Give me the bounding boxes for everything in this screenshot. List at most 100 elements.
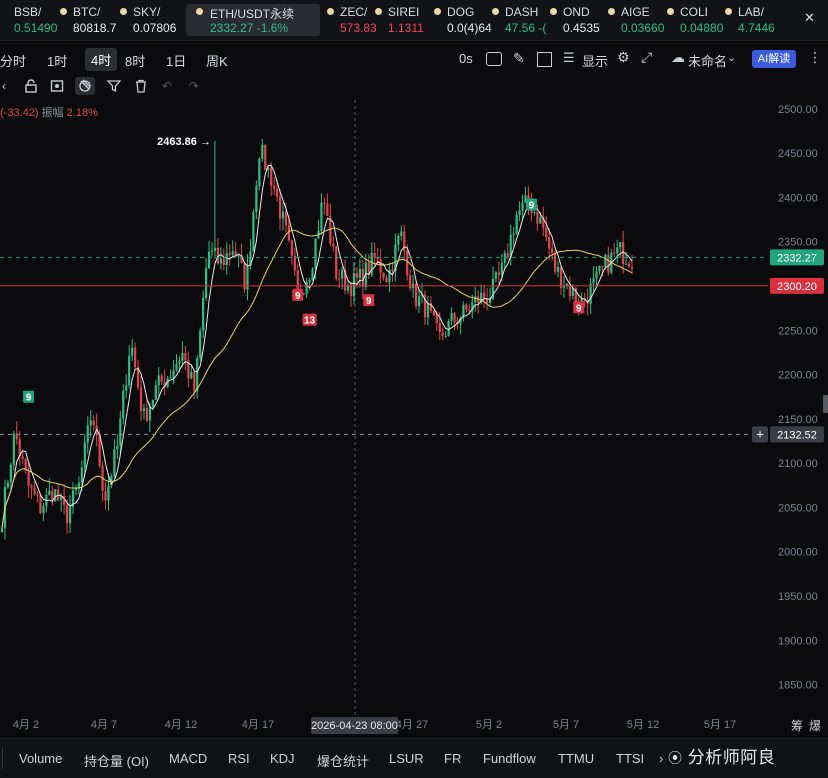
candle-body <box>485 298 489 304</box>
ticker-price: 80818.7 <box>73 21 117 35</box>
timeframe-option[interactable]: 分时 <box>0 51 26 70</box>
timeframe-option[interactable]: 4时 <box>85 48 118 71</box>
candle-body <box>435 314 438 324</box>
ai-analysis-button[interactable]: AI解读 <box>752 50 796 68</box>
candle-body <box>483 292 486 299</box>
indicator-tab[interactable]: 持仓量 (OI) <box>84 751 149 770</box>
pen-icon[interactable]: ✎ <box>513 50 525 67</box>
candle-body <box>494 272 498 279</box>
ticker-name: DASH <box>505 5 539 19</box>
candle-body <box>181 353 184 361</box>
candle-body <box>604 254 607 267</box>
settings-icon[interactable]: ⚙ <box>617 49 630 66</box>
divider <box>2 747 3 769</box>
grid-icon[interactable] <box>537 52 552 67</box>
ticker-name: ZEC/ <box>340 5 368 19</box>
indicator-tab[interactable]: FR <box>444 751 461 766</box>
ticker-item[interactable]: SKY/0.07806 <box>120 4 183 36</box>
plus-icon: + <box>756 426 764 441</box>
td-marker: 9 <box>26 393 32 404</box>
candle-body <box>9 464 12 483</box>
candle-body <box>157 375 160 386</box>
lock-icon[interactable] <box>24 79 40 95</box>
timeframe-option[interactable]: 周K <box>206 51 228 70</box>
coin-icon <box>434 8 441 15</box>
candle-body <box>320 202 323 231</box>
y-tick-label: 2150.00 <box>778 414 818 426</box>
candle-body <box>450 313 453 321</box>
timeframe-option[interactable]: 1日 <box>166 51 186 70</box>
candle-body <box>142 408 146 411</box>
candle-body <box>506 252 509 258</box>
indicator-tab[interactable]: 爆仓统计 <box>317 751 369 770</box>
close-icon[interactable]: ✕ <box>804 10 815 26</box>
candle-body <box>6 482 10 488</box>
fullscreen-icon[interactable]: ⤢ <box>641 49 652 66</box>
candle-body <box>255 186 258 213</box>
undo-icon[interactable]: ↶ <box>162 79 178 95</box>
scroll-handle <box>823 395 828 413</box>
candle-body <box>154 385 157 400</box>
timeframe-option[interactable]: 8时 <box>125 51 145 70</box>
chevron-left-icon[interactable]: ‹ <box>2 79 18 95</box>
candle-body <box>438 323 441 333</box>
td-marker: 13 <box>304 316 316 327</box>
candle-body <box>39 494 42 514</box>
camera-icon[interactable] <box>486 52 502 66</box>
x-tick-label: 4月 27 <box>396 719 428 731</box>
ticker-name: BTC/ <box>73 5 101 19</box>
filter-icon[interactable] <box>106 79 123 95</box>
chevron-right-icon[interactable]: › <box>659 751 663 766</box>
indicator-tab[interactable]: TTMU <box>558 751 594 766</box>
ticker-name: LAB/ <box>738 5 765 19</box>
td-marker: 9 <box>366 296 372 307</box>
coin-icon <box>667 8 674 15</box>
candle-body <box>148 406 151 421</box>
y-tick-label: 2200.00 <box>778 370 818 382</box>
candle-body <box>376 258 379 260</box>
ticker-item[interactable]: ETH/USDT永续 2332.27 -1.6% <box>186 4 320 36</box>
magnet-icon[interactable] <box>75 77 95 95</box>
candle-body <box>21 456 24 459</box>
amplitude-label: 振幅 <box>41 107 64 119</box>
candle-body <box>358 268 361 278</box>
x-tick-label: 4月 2 <box>13 719 39 731</box>
ticker-name: AIGE <box>621 5 650 19</box>
cloud-icon[interactable]: ☁ <box>671 49 685 66</box>
ticker-name: ETH/USDT永续 <box>210 7 295 21</box>
indicator-tab[interactable]: KDJ <box>270 751 295 766</box>
eye-icon[interactable] <box>50 79 66 95</box>
indicator-tab[interactable]: Fundflow <box>483 751 536 766</box>
redo-icon[interactable]: ↷ <box>189 79 205 95</box>
ticker-item[interactable]: LAB/4.7446 <box>725 4 793 36</box>
candle-body <box>592 278 595 284</box>
countdown-label: 0s <box>459 51 473 66</box>
candle-body <box>382 272 385 278</box>
indicator-tab[interactable]: RSI <box>228 751 250 766</box>
candle-body <box>352 273 356 297</box>
candle-body <box>128 355 131 386</box>
candle-body <box>278 196 282 219</box>
indicator-tab[interactable]: LSUR <box>389 751 424 766</box>
more-icon[interactable]: ⋮ <box>808 49 822 66</box>
indicator-tab[interactable]: Volume <box>19 751 62 766</box>
candle-body <box>515 214 518 235</box>
display-button[interactable]: 显示 <box>582 51 608 70</box>
candle-body <box>48 490 51 495</box>
indicator-tab[interactable]: MACD <box>169 751 207 766</box>
candlestick-chart[interactable]: 2500.002450.002400.002350.002300.002250.… <box>0 100 828 738</box>
trash-icon[interactable] <box>134 79 150 95</box>
candle-body <box>426 303 430 318</box>
ticker-price: 0.07806 <box>133 21 177 35</box>
candle-body <box>204 268 208 299</box>
indicator-tab[interactable]: TTSI <box>616 751 644 766</box>
candle-body <box>630 267 634 269</box>
layout-name-button[interactable]: 未命名 <box>688 51 727 70</box>
chevron-down-icon[interactable]: ⌄ <box>727 51 736 64</box>
candle-body <box>193 371 196 392</box>
td-marker: 9 <box>295 291 301 302</box>
timeframe-option[interactable]: 1时 <box>47 51 67 70</box>
candle-body <box>551 248 554 254</box>
candle-body <box>107 485 110 501</box>
display-icon[interactable]: ☰ <box>563 50 575 66</box>
